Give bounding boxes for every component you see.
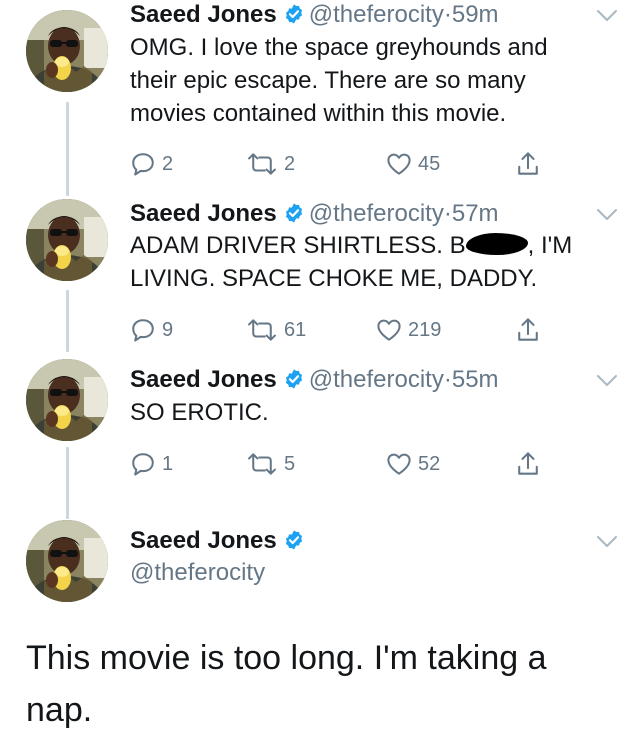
avatar[interactable] [26, 10, 108, 92]
retweet-count: 2 [284, 152, 296, 175]
chevron-down-icon[interactable] [596, 535, 618, 549]
like-icon [386, 152, 412, 176]
chevron-down-icon[interactable] [596, 374, 618, 388]
handle[interactable]: @theferocity [309, 1, 444, 28]
retweet-icon [246, 152, 278, 176]
handle[interactable]: @theferocity [130, 558, 265, 588]
reply-count: 9 [162, 318, 174, 341]
handle[interactable]: @theferocity [309, 366, 444, 393]
avatar[interactable] [26, 199, 108, 281]
like-icon [376, 318, 402, 342]
share-icon [516, 317, 540, 343]
reply-button[interactable]: 2 [130, 149, 173, 179]
retweet-icon [246, 452, 278, 476]
separator-dot: · [443, 200, 452, 227]
tweet-actions: 2 2 45 [130, 149, 570, 179]
tweet-text-part: ADAM DRIVER SHIRTLESS. B [130, 232, 466, 259]
avatar[interactable] [26, 520, 108, 602]
like-count: 45 [418, 152, 441, 175]
like-count: 52 [418, 452, 441, 475]
reply-icon [130, 151, 156, 177]
timestamp[interactable]: 59m [452, 1, 499, 28]
tweet-text: OMG. I love the space greyhounds and the… [130, 34, 548, 127]
reply-button[interactable]: 1 [130, 449, 173, 479]
like-button[interactable]: 219 [376, 315, 441, 345]
retweet-button[interactable]: 2 [246, 149, 295, 179]
verified-badge-icon [283, 202, 305, 224]
chevron-down-icon[interactable] [596, 9, 618, 23]
verified-badge-icon [283, 3, 305, 25]
reply-button[interactable]: 9 [130, 315, 173, 345]
thread-connector-line [66, 102, 69, 196]
retweet-count: 5 [284, 452, 296, 475]
tweet-header: Saeed Jones [130, 526, 592, 556]
like-button[interactable]: 45 [386, 149, 440, 179]
display-name[interactable]: Saeed Jones [130, 366, 277, 393]
share-icon [516, 151, 540, 177]
avatar[interactable] [26, 359, 108, 441]
separator-dot: · [443, 366, 452, 393]
retweet-button[interactable]: 5 [246, 449, 295, 479]
handle[interactable]: @theferocity [309, 200, 444, 227]
display-name[interactable]: Saeed Jones [130, 1, 277, 28]
share-icon [516, 451, 540, 477]
retweet-count: 61 [284, 318, 307, 341]
separator-dot: · [443, 1, 452, 28]
chevron-down-icon[interactable] [596, 208, 618, 222]
focused-tweet-text: This movie is too long. I'm taking a nap… [26, 639, 547, 729]
redaction-blot [465, 233, 528, 255]
share-button[interactable] [516, 149, 540, 179]
share-button[interactable] [516, 449, 540, 479]
tweet-actions: 9 61 219 [130, 315, 570, 345]
share-button[interactable] [516, 315, 540, 345]
display-name[interactable]: Saeed Jones [130, 527, 277, 554]
tweet-text: SO EROTIC. [130, 399, 269, 426]
verified-badge-icon [283, 529, 305, 551]
like-icon [386, 452, 412, 476]
tweet-actions: 1 5 52 [130, 449, 570, 479]
tweet-text: ADAM DRIVER SHIRTLESS. B, I'M LIVING. SP… [130, 229, 600, 295]
timestamp[interactable]: 57m [452, 200, 499, 227]
retweet-icon [246, 318, 278, 342]
reply-icon [130, 451, 156, 477]
thread-connector-line [66, 447, 69, 519]
verified-badge-icon [283, 368, 305, 390]
display-name[interactable]: Saeed Jones [130, 200, 277, 227]
reply-count: 1 [162, 452, 174, 475]
reply-count: 2 [162, 152, 174, 175]
like-button[interactable]: 52 [386, 449, 440, 479]
like-count: 219 [408, 318, 442, 341]
timestamp[interactable]: 55m [452, 366, 499, 393]
tweet-header: Saeed Jones @theferocity·57m [130, 199, 592, 229]
retweet-button[interactable]: 61 [246, 315, 306, 345]
reply-icon [130, 317, 156, 343]
thread-connector-line [66, 290, 69, 352]
tweet-header: Saeed Jones @theferocity·55m [130, 365, 592, 395]
tweet-header: Saeed Jones @theferocity·59m [130, 0, 592, 30]
